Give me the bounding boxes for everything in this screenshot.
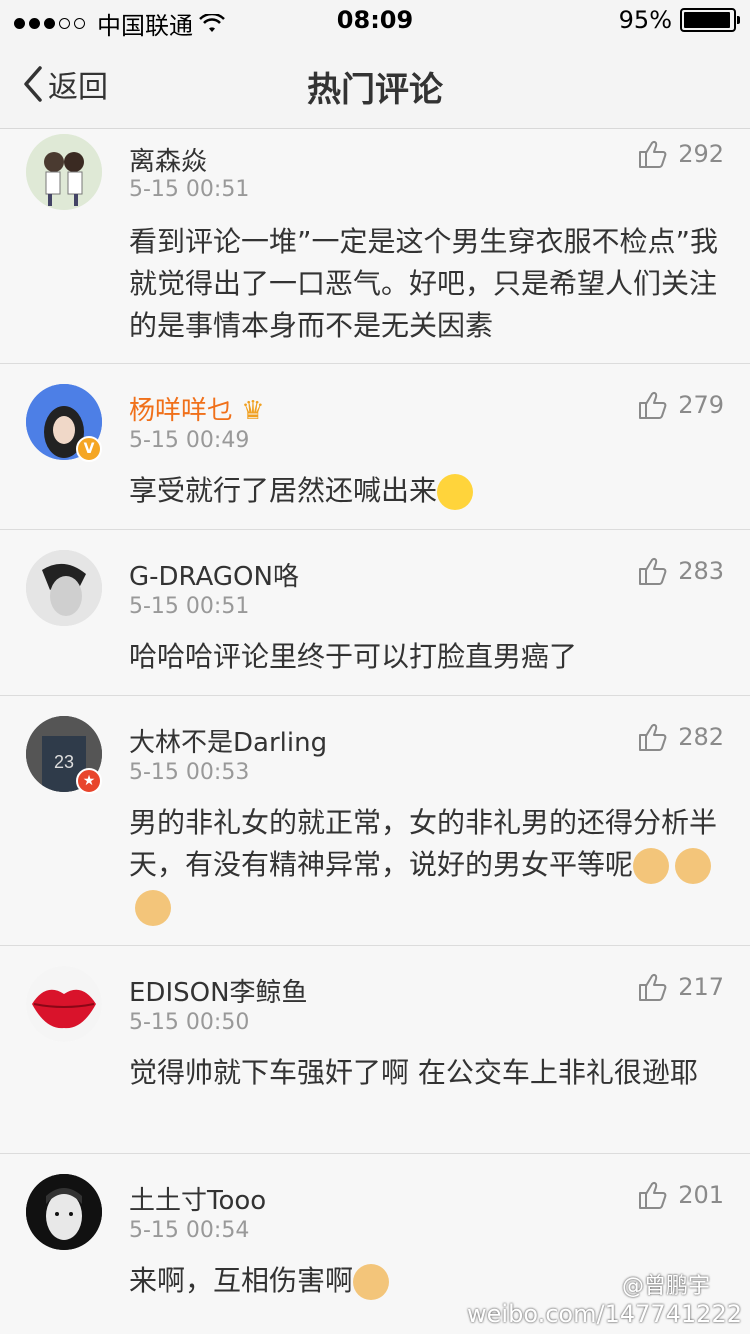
comment-item: 离森焱 5-15 00:51 292 看到评论一堆”一定是这个男生穿衣服不检点”… [0,129,750,364]
thumbs-up-icon [639,1182,667,1209]
comment-body: 男的非礼女的就正常，女的非礼男的还得分析半天，有没有精神异常，说好的男女平等呢 [129,806,718,881]
watermark-url: weibo.com/147741222 [467,1300,742,1328]
comment-time: 5-15 00:53 [129,760,250,785]
comment-text: 享受就行了居然还喊出来 [129,470,719,512]
doge-emoji-icon [135,890,171,926]
like-count: 201 [678,1181,724,1209]
comment-item: G-DRAGON咯 5-15 00:51 283 哈哈哈评论里终于可以打脸直男癌… [0,530,750,696]
comment-item: V 杨咩咩乜 ♛ 5-15 00:49 279 享受就行了居然还喊出来 [0,364,750,530]
avatar[interactable] [26,966,102,1042]
like-count: 292 [678,140,724,168]
comment-time: 5-15 00:50 [129,1010,250,1035]
comment-text: 男的非礼女的就正常，女的非礼男的还得分析半天，有没有精神异常，说好的男女平等呢 [129,802,719,928]
thumbs-up-icon [639,724,667,751]
thumbs-up-icon [639,141,667,168]
comment-time: 5-15 00:51 [129,177,250,202]
doge-emoji-icon [675,848,712,884]
thumbs-up-icon [639,974,667,1001]
watermark-handle: @曾鹏宇 [621,1274,710,1299]
star-badge: ★ [76,768,102,794]
battery-icon [680,8,740,32]
crown-icon: ♛ [241,396,265,426]
comment-text: 觉得帅就下车强奸了啊 在公交车上非礼很逊耶 [129,1056,698,1089]
like-button[interactable]: 279 [638,390,724,420]
comment-author[interactable]: 杨咩咩乜 ♛ [129,390,265,427]
like-count: 217 [678,973,724,1001]
status-bar: 中国联通 08:09 95% [0,0,750,40]
avatar-image [26,550,102,626]
doge-emoji-icon [633,848,670,884]
avatar-image [26,966,102,1042]
like-button[interactable]: 282 [638,722,724,752]
laugh-emoji-icon [437,474,474,510]
like-button[interactable]: 217 [638,972,724,1002]
comment-time: 5-15 00:54 [129,1218,250,1243]
comment-item: 23 ★ 大林不是Darling 5-15 00:53 282 男的非礼女的就正… [0,696,750,946]
comment-author[interactable]: G-DRAGON咯 [129,556,299,593]
battery-percent: 95% [618,6,672,34]
thumbs-up-icon [639,392,667,419]
comment-author[interactable]: 土土寸Tooo [129,1180,266,1217]
page-title: 热门评论 [307,70,443,110]
like-count: 283 [678,557,724,585]
avatar-image [26,1174,102,1250]
avatar[interactable] [26,550,102,626]
svg-text:23: 23 [54,752,74,772]
like-button[interactable]: 292 [638,139,724,169]
comment-text: 看到评论一堆”一定是这个男生穿衣服不检点”我就觉得出了一口恶气。好吧，只是希望人… [129,225,719,342]
nav-bar: 返回 热门评论 [0,40,750,129]
avatar[interactable] [26,1174,102,1250]
comment-author[interactable]: 离森焱 [129,141,207,178]
comment-item: EDISON李鲸鱼 5-15 00:50 217 觉得帅就下车强奸了啊 在公交车… [0,946,750,1154]
comment-list: 离森焱 5-15 00:51 292 看到评论一堆”一定是这个男生穿衣服不检点”… [0,129,750,1334]
status-right: 95% [618,6,740,34]
comment-author[interactable]: EDISON李鲸鱼 [129,972,308,1009]
comment-body: 享受就行了居然还喊出来 [129,474,438,507]
like-button[interactable]: 283 [638,556,724,586]
avatar[interactable] [26,134,102,210]
thumbs-up-icon [639,558,667,585]
comment-author[interactable]: 大林不是Darling [129,722,327,759]
like-count: 279 [678,391,724,419]
comment-time: 5-15 00:49 [129,428,250,453]
like-button[interactable]: 201 [638,1180,724,1210]
verified-badge: V [76,436,102,462]
comment-time: 5-15 00:51 [129,594,250,619]
avatar-image [26,134,102,210]
doge-emoji-icon [353,1264,390,1300]
comment-text: 哈哈哈评论里终于可以打脸直男癌了 [129,640,578,673]
author-name: 杨咩咩乜 [129,396,234,426]
comment-body: 来啊，互相伤害啊 [129,1264,354,1297]
like-count: 282 [678,723,724,751]
